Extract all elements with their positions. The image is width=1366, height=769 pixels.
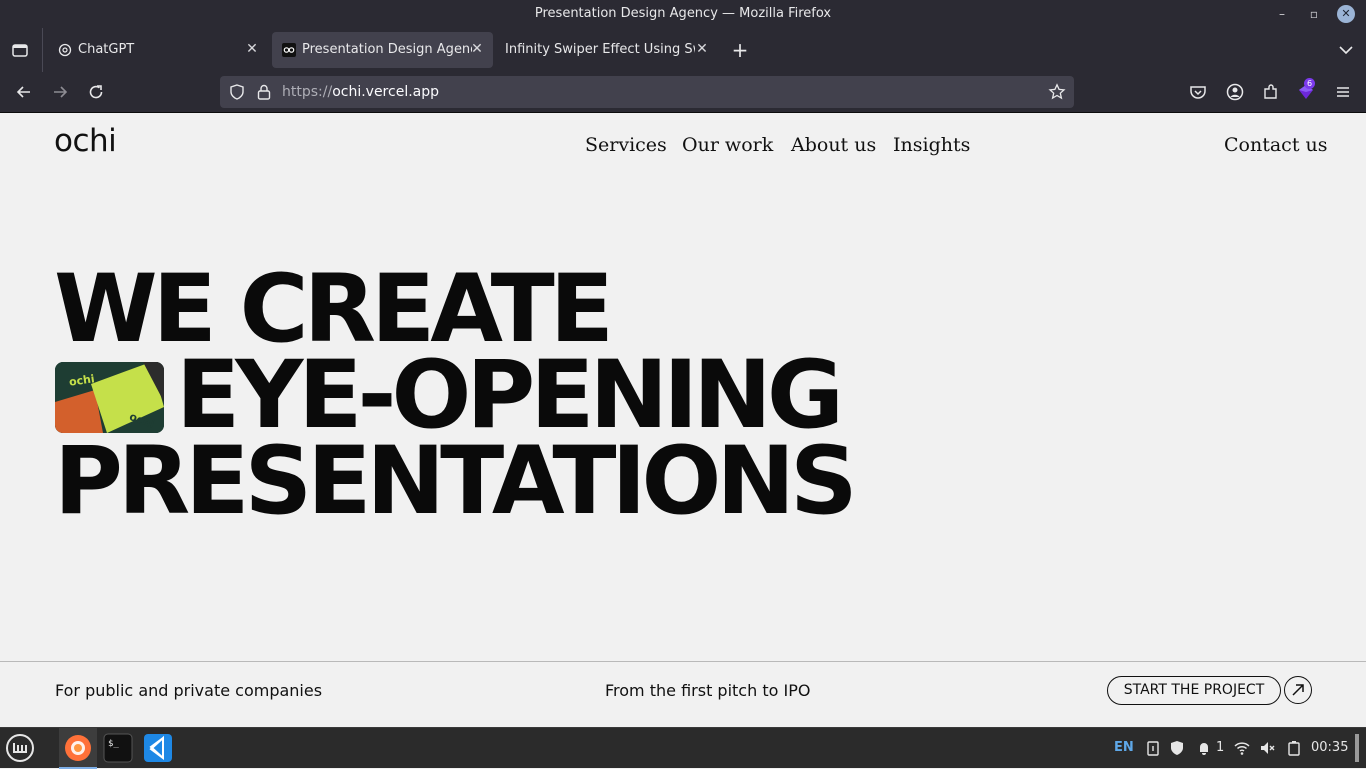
clipboard-icon[interactable]: [1145, 740, 1161, 756]
close-window-icon[interactable]: ✕: [1337, 5, 1355, 23]
window-titlebar: Presentation Design Agency — Mozilla Fir…: [0, 0, 1366, 28]
show-desktop-handle[interactable]: [1355, 734, 1359, 762]
battery-icon[interactable]: [1286, 740, 1302, 756]
tab-label: Presentation Design Agency: [302, 42, 472, 57]
close-tab-icon[interactable]: ✕: [694, 41, 710, 59]
volume-muted-icon[interactable]: [1259, 740, 1275, 756]
nav-link-insights[interactable]: Insights: [893, 134, 970, 156]
wifi-icon[interactable]: [1234, 740, 1250, 756]
nav-link-our-work[interactable]: Our work: [682, 134, 773, 156]
lock-icon[interactable]: [256, 83, 272, 101]
keyboard-layout-indicator[interactable]: EN: [1114, 740, 1134, 755]
pocket-icon[interactable]: [1188, 82, 1208, 102]
forward-icon[interactable]: [50, 82, 70, 102]
ochi-favicon-icon: [282, 43, 296, 57]
list-all-tabs-icon[interactable]: [1336, 40, 1356, 60]
hero-line-3: PRESENTATIONS: [54, 427, 858, 536]
nav-link-contact-us[interactable]: Contact us: [1224, 134, 1327, 156]
arrow-up-right-icon: [1292, 684, 1304, 696]
hamburger-menu-icon[interactable]: [1333, 82, 1353, 102]
tab-label: Infinity Swiper Effect Using Swip: [505, 42, 695, 57]
footer-left-text: For public and private companies: [55, 681, 323, 700]
extension-badge: 6: [1304, 78, 1316, 89]
bookmark-star-icon[interactable]: [1048, 83, 1066, 101]
tab-label: ChatGPT: [78, 42, 135, 57]
nav-link-about-us[interactable]: About us: [791, 134, 876, 156]
close-tab-icon[interactable]: ✕: [469, 41, 485, 59]
tab-chatgpt[interactable]: ChatGPT ✕: [48, 32, 266, 68]
shield-icon[interactable]: [1169, 740, 1185, 756]
tab-bar: ChatGPT ✕ Presentation Design Agency ✕ I…: [0, 28, 1366, 72]
hero-image: ochi ochi: [55, 362, 164, 433]
svg-text:$_: $_: [108, 739, 119, 749]
minimize-icon[interactable]: –: [1273, 5, 1291, 23]
maximize-icon[interactable]: ▫: [1305, 5, 1323, 23]
taskbar: $_ EN 1 00:35: [0, 727, 1366, 769]
arrow-up-right-button[interactable]: [1284, 676, 1312, 704]
clock[interactable]: 00:35: [1311, 740, 1348, 755]
chatgpt-favicon-icon: [58, 43, 72, 57]
mint-menu-icon[interactable]: [5, 733, 35, 763]
back-icon[interactable]: [14, 82, 34, 102]
tab-separator: [42, 28, 43, 72]
terminal-icon[interactable]: $_: [103, 733, 133, 763]
notifications-bell-icon[interactable]: [1196, 740, 1212, 756]
notifications-count: 1: [1216, 740, 1225, 755]
firefox-view-icon[interactable]: [10, 40, 30, 60]
tab-infinity-swiper[interactable]: Infinity Swiper Effect Using Swip ✕: [496, 32, 716, 68]
site-logo[interactable]: ochi: [54, 123, 117, 159]
account-icon[interactable]: [1225, 82, 1245, 102]
close-tab-icon[interactable]: ✕: [244, 41, 260, 59]
web-page: ochi Services Our work About us Insights…: [0, 113, 1366, 727]
firefox-icon[interactable]: [63, 733, 93, 763]
tab-presentation-design-agency[interactable]: Presentation Design Agency ✕: [272, 32, 493, 68]
navigation-toolbar: https://ochi.vercel.app 6: [0, 72, 1366, 113]
url-bar[interactable]: https://ochi.vercel.app: [220, 76, 1074, 108]
footer-center-text: From the first pitch to IPO: [605, 681, 811, 700]
window-title: Presentation Design Agency — Mozilla Fir…: [534, 6, 832, 21]
reload-icon[interactable]: [86, 82, 106, 102]
url-host: ochi.vercel.app: [332, 84, 440, 100]
extensions-icon[interactable]: [1261, 82, 1281, 102]
tracking-shield-icon[interactable]: [228, 83, 246, 101]
nav-link-services[interactable]: Services: [585, 134, 667, 156]
new-tab-button[interactable]: +: [730, 36, 750, 64]
vscode-icon[interactable]: [143, 733, 173, 763]
url-scheme: https://: [282, 84, 333, 100]
url-text[interactable]: https://ochi.vercel.app: [282, 84, 439, 100]
start-project-button[interactable]: START THE PROJECT: [1107, 676, 1281, 705]
divider: [0, 661, 1366, 662]
